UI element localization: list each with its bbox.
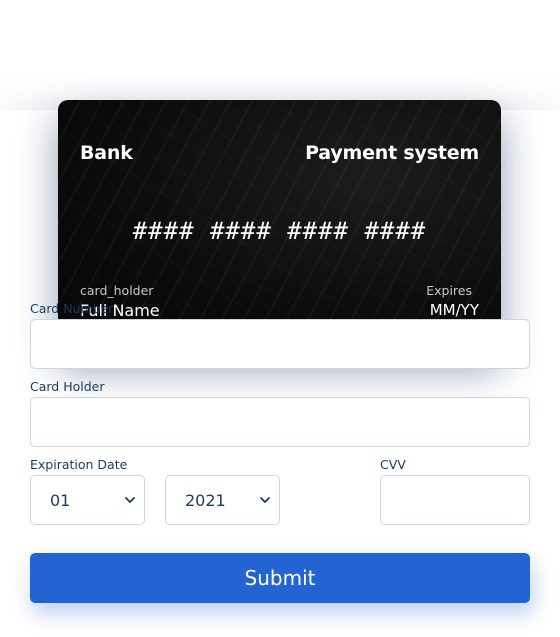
chevron-down-icon xyxy=(260,497,270,503)
card-number-label: Card Number xyxy=(30,301,114,316)
card-expires-label: Expires xyxy=(426,283,472,298)
expiration-year-value: 2021 xyxy=(185,490,226,510)
card-holder-input[interactable] xyxy=(30,397,530,447)
card-expires-display[interactable]: MM/YY xyxy=(430,301,479,319)
card-holder-label-form: Card Holder xyxy=(30,379,105,394)
cvv-label: CVV xyxy=(380,457,406,472)
submit-button[interactable]: Submit xyxy=(30,553,530,603)
card-payment-system: Payment system xyxy=(305,142,479,164)
expiration-date-label: Expiration Date xyxy=(30,457,128,472)
chevron-down-icon xyxy=(125,497,135,503)
card-number-display[interactable]: #### #### #### #### xyxy=(58,217,501,245)
cvv-input[interactable] xyxy=(380,475,530,525)
card-bank-name: Bank xyxy=(80,142,133,164)
expiration-month-value: 01 xyxy=(50,490,71,510)
card-holder-label: card_holder xyxy=(80,283,154,298)
payment-page: Bank Payment system #### #### #### #### … xyxy=(0,0,560,637)
card-number-input[interactable] xyxy=(30,319,530,369)
credit-card-preview: Bank Payment system #### #### #### #### … xyxy=(58,100,501,351)
expiration-month-select[interactable]: 01 xyxy=(30,475,145,525)
expiration-year-select[interactable]: 2021 xyxy=(165,475,280,525)
